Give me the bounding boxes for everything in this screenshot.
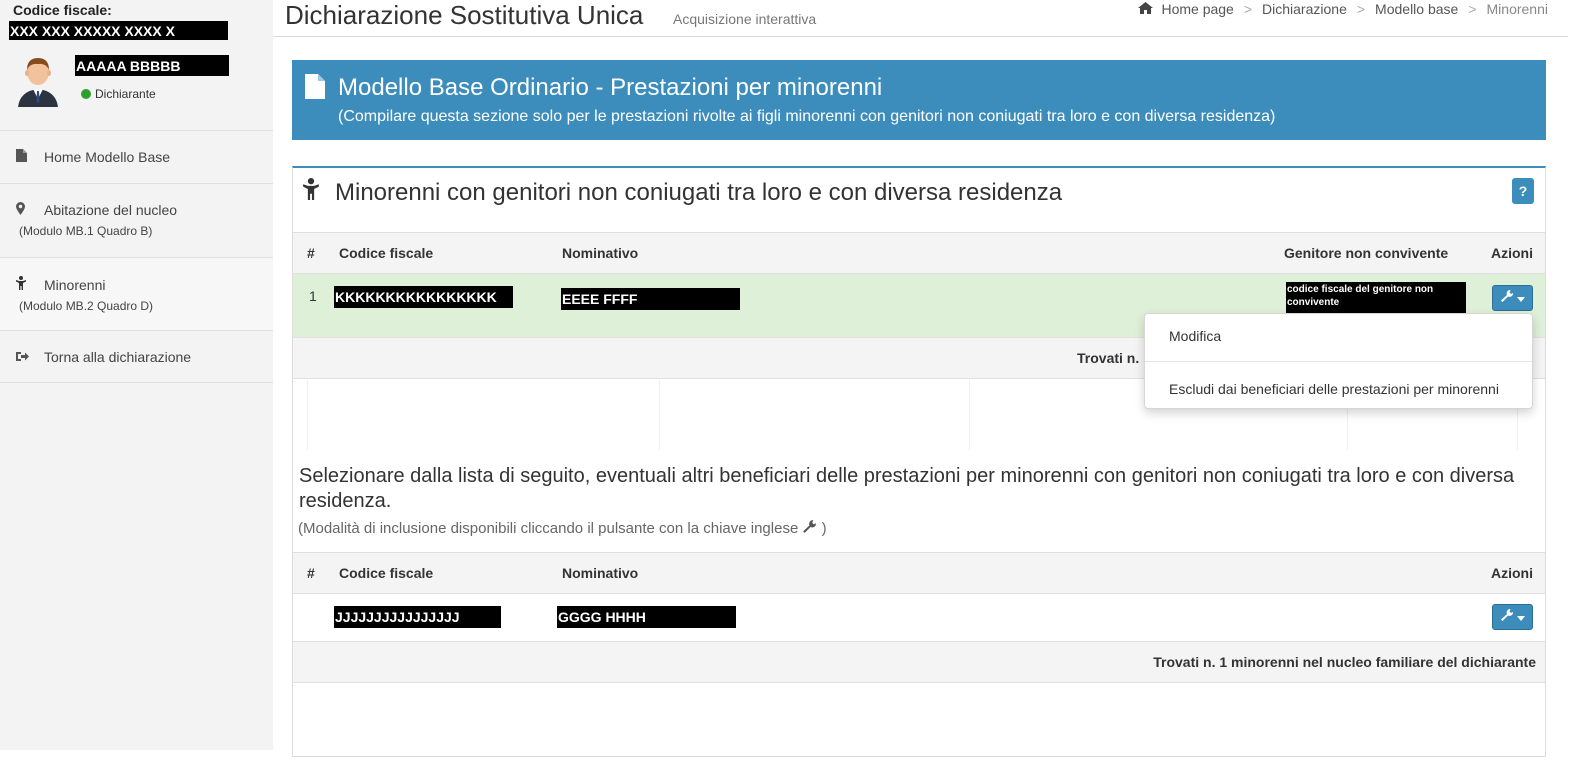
wrench-icon — [1500, 290, 1518, 305]
table-row: JJJJJJJJJJJJJJJJ GGGG HHHH — [293, 594, 1545, 641]
menu-divider — [1145, 361, 1532, 362]
breadcrumb-minorenni: Minorenni — [1486, 1, 1548, 17]
table2-found-count: Trovati n. 1 minorenni nel nucleo famili… — [1153, 654, 1536, 670]
breadcrumb-modello-base[interactable]: Modello base — [1375, 1, 1458, 17]
help-button[interactable]: ? — [1512, 178, 1534, 204]
select-note: (Modalità di inclusione disponibili clic… — [298, 520, 827, 537]
breadcrumb: Home page > Dichiarazione > Modello base… — [1138, 1, 1548, 17]
row-nominativo: EEEE FFFF — [561, 288, 740, 310]
card-title: Minorenni con genitori non coniugati tra… — [335, 178, 1063, 206]
user-name: AAAAA BBBBB — [75, 55, 229, 76]
breadcrumb-separator: > — [1243, 1, 1253, 17]
caret-down-icon — [1517, 609, 1526, 624]
sidebar-item-sublabel: (Modulo MB.1 Quadro B) — [19, 224, 153, 238]
sidebar-item-label: Minorenni — [44, 276, 106, 293]
table2-footer: Trovati n. 1 minorenni nel nucleo famili… — [293, 641, 1545, 683]
breadcrumb-separator: > — [1468, 1, 1477, 17]
menu-item-escludi[interactable]: Escludi dai beneficiari delle prestazion… — [1169, 381, 1499, 397]
row-actions-button[interactable] — [1492, 604, 1533, 630]
wrench-icon — [1500, 609, 1518, 624]
banner-subtitle: (Compilare questa sezione solo per le pr… — [338, 108, 1276, 125]
cf-label: Codice fiscale: — [13, 2, 112, 18]
row-actions-dropdown: Modifica Escludi dai beneficiari delle p… — [1144, 313, 1533, 409]
menu-item-modifica[interactable]: Modifica — [1169, 328, 1221, 344]
table1-header: # Codice fiscale Nominativo Genitore non… — [293, 232, 1545, 274]
user-role-label: Dichiarante — [95, 87, 156, 101]
row-codice-fiscale: KKKKKKKKKKKKKKKK — [334, 286, 513, 308]
side-nav: Home Modello Base Abitazione del nucleo … — [0, 130, 273, 383]
row-actions-button[interactable] — [1492, 285, 1533, 311]
page-subtitle: Acquisizione interattiva — [673, 11, 817, 27]
status-dot-icon — [81, 89, 91, 99]
caret-down-icon — [1517, 290, 1526, 305]
table1-found-count: Trovati n. — [1077, 350, 1140, 366]
page-title: Dichiarazione Sostitutiva Unica — [285, 0, 644, 30]
col-codice-fiscale: Codice fiscale — [339, 245, 434, 261]
col-azioni: Azioni — [1491, 565, 1533, 581]
sidebar-item-torna[interactable]: Torna alla dichiarazione — [0, 330, 273, 383]
top-header: Dichiarazione Sostitutiva Unica Acquisiz… — [273, 0, 1568, 37]
wrench-icon — [802, 520, 821, 537]
col-codice-fiscale: Codice fiscale — [339, 565, 434, 581]
breadcrumb-separator: > — [1356, 1, 1366, 17]
sidebar: Codice fiscale: XXX XXX XXXXX XXXX X AAA… — [0, 0, 273, 750]
card-header: Minorenni con genitori non coniugati tra… — [303, 178, 1062, 207]
col-nominativo: Nominativo — [562, 565, 639, 581]
row-number: 1 — [309, 288, 317, 304]
section-banner: Modello Base Ordinario - Prestazioni per… — [292, 60, 1546, 140]
sidebar-item-home-modello-base[interactable]: Home Modello Base — [0, 130, 273, 183]
file-icon — [16, 149, 44, 165]
cf-value: XXX XXX XXXXX XXXX X — [9, 21, 228, 40]
map-marker-icon — [16, 202, 44, 218]
file-icon — [305, 74, 325, 99]
col-number: # — [307, 245, 315, 261]
breadcrumb-dichiarazione[interactable]: Dichiarazione — [1262, 1, 1347, 17]
home-icon — [1138, 1, 1154, 17]
breadcrumb-home-page[interactable]: Home page — [1161, 1, 1233, 17]
child-icon — [303, 178, 323, 207]
sidebar-item-label: Home Modello Base — [44, 149, 171, 165]
row-codice-fiscale: JJJJJJJJJJJJJJJJ — [334, 606, 501, 628]
row-genitore-cf: codice fiscale del genitore non conviven… — [1286, 282, 1466, 313]
table2-header: # Codice fiscale Nominativo Azioni — [293, 552, 1545, 594]
col-nominativo: Nominativo — [562, 245, 639, 261]
log-out-icon — [16, 350, 44, 365]
row-nominativo: GGGG HHHH — [557, 606, 736, 628]
select-note-text: (Modalità di inclusione disponibili clic… — [298, 520, 799, 537]
user-role: Dichiarante — [81, 87, 156, 101]
sidebar-item-label: Torna alla dichiarazione — [44, 349, 192, 365]
sidebar-item-minorenni[interactable]: Minorenni (Modulo MB.2 Quadro D) — [0, 257, 273, 330]
col-genitore: Genitore non convivente — [1284, 245, 1449, 261]
sidebar-item-sublabel: (Modulo MB.2 Quadro D) — [19, 299, 154, 313]
sidebar-item-abitazione[interactable]: Abitazione del nucleo (Modulo MB.1 Quadr… — [0, 183, 273, 257]
minorenni-card: Minorenni con genitori non coniugati tra… — [292, 166, 1546, 757]
col-number: # — [307, 565, 315, 581]
col-azioni: Azioni — [1491, 245, 1533, 261]
select-note-close: ) — [821, 520, 827, 537]
sidebar-item-label: Abitazione del nucleo — [44, 202, 178, 218]
select-instructions: Selezionare dalla lista di seguito, even… — [299, 465, 1515, 512]
user-avatar — [18, 58, 58, 107]
child-icon — [16, 276, 44, 293]
banner-title: Modello Base Ordinario - Prestazioni per… — [338, 74, 883, 101]
